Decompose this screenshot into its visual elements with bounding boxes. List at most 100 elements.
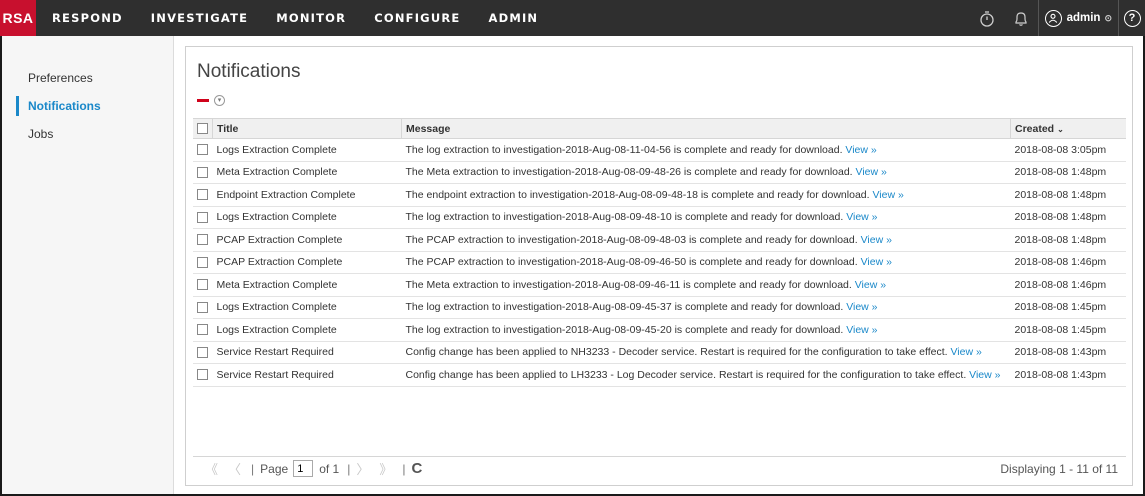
row-checkbox[interactable] <box>197 234 208 246</box>
row-message: Config change has been applied to LH3233… <box>405 368 967 381</box>
first-page-icon[interactable]: 《 <box>205 459 218 478</box>
row-message-cell: The Meta extraction to investigation-201… <box>401 273 1011 297</box>
row-checkbox[interactable] <box>197 301 208 313</box>
refresh-icon[interactable]: C <box>411 460 422 477</box>
table-row[interactable]: Meta Extraction Complete The Meta extract… <box>193 161 1126 184</box>
row-select-cell <box>193 273 213 297</box>
nav-investigate[interactable]: INVESTIGATE <box>137 0 262 36</box>
table-row[interactable]: Service Restart Required Config change ha… <box>193 341 1126 364</box>
table-row[interactable]: Meta Extraction Complete The Meta extract… <box>193 273 1126 297</box>
table-row[interactable]: Logs Extraction Complete The log extracti… <box>193 296 1126 319</box>
rsa-logo[interactable]: RSA <box>0 0 36 36</box>
row-message-cell: Config change has been applied to LH3233… <box>401 363 1011 387</box>
help-button[interactable]: ? <box>1119 0 1145 36</box>
row-select-cell <box>193 251 213 274</box>
table-row[interactable]: Logs Extraction Complete The log extracti… <box>193 138 1126 162</box>
row-checkbox[interactable] <box>197 369 208 381</box>
column-header-title[interactable]: Title <box>212 118 402 139</box>
row-message: The log extraction to investigation-2018… <box>405 323 844 336</box>
row-title: PCAP Extraction Complete <box>212 228 402 252</box>
row-checkbox[interactable] <box>197 346 208 358</box>
row-title: Service Restart Required <box>212 341 402 364</box>
view-link[interactable]: View » <box>861 256 892 268</box>
row-checkbox[interactable] <box>197 166 208 178</box>
row-message-cell: Config change has been applied to NH3233… <box>401 341 1011 364</box>
sidebar-item-notifications[interactable]: Notifications <box>2 92 173 120</box>
next-page-icon[interactable]: 〉 <box>356 459 369 478</box>
table-row[interactable]: Endpoint Extraction Complete The endpoint… <box>193 183 1126 207</box>
row-message: Config change has been applied to NH3233… <box>405 346 948 359</box>
pagination-bar: 《 〈 | Page of 1 | 〉 》 | C Displaying 1 -… <box>193 456 1126 480</box>
sidebar: Preferences Notifications Jobs <box>2 36 174 494</box>
bell-icon[interactable] <box>1004 0 1038 36</box>
row-created: 2018-08-08 1:48pm <box>1010 183 1126 207</box>
remove-icon[interactable] <box>197 98 209 102</box>
view-link[interactable]: View » <box>846 301 877 313</box>
view-link[interactable]: View » <box>969 369 1000 381</box>
row-checkbox[interactable] <box>197 279 208 291</box>
column-header-message[interactable]: Message <box>401 118 1011 139</box>
main-nav: RESPOND INVESTIGATE MONITOR CONFIGURE AD… <box>36 0 552 36</box>
row-checkbox[interactable] <box>197 144 208 156</box>
row-created: 2018-08-08 1:45pm <box>1010 296 1126 319</box>
row-message: The log extraction to investigation-2018… <box>405 211 844 224</box>
sidebar-item-preferences[interactable]: Preferences <box>2 64 173 92</box>
row-select-cell <box>193 161 213 184</box>
row-title: Meta Extraction Complete <box>212 161 402 184</box>
page-count-label: of 1 <box>319 461 340 476</box>
row-created: 2018-08-08 1:48pm <box>1010 228 1126 252</box>
sidebar-item-jobs[interactable]: Jobs <box>2 120 173 148</box>
view-link[interactable]: View » <box>846 324 877 336</box>
prev-page-icon[interactable]: 〈 <box>228 459 241 478</box>
displaying-count: Displaying 1 - 11 of 11 <box>1000 462 1118 476</box>
help-icon: ? <box>1123 9 1141 27</box>
view-link[interactable]: View » <box>845 144 876 156</box>
view-link[interactable]: View » <box>856 166 887 178</box>
chevron-down-icon[interactable]: ▾ <box>214 94 225 106</box>
grid-toolbar: ▾ <box>197 91 225 109</box>
user-menu[interactable]: admin ⊙ <box>1037 0 1119 36</box>
row-message: The log extraction to investigation-2018… <box>405 301 844 314</box>
nav-respond[interactable]: RESPOND <box>36 0 137 36</box>
row-message-cell: The endpoint extraction to investigation… <box>401 183 1011 207</box>
row-message: The Meta extraction to investigation-201… <box>405 166 853 179</box>
sort-desc-icon: ⌄ <box>1057 124 1064 134</box>
row-title: Logs Extraction Complete <box>212 318 402 342</box>
select-all-checkbox[interactable] <box>197 123 208 135</box>
table-row[interactable]: Logs Extraction Complete The log extracti… <box>193 318 1126 342</box>
row-checkbox[interactable] <box>197 211 208 223</box>
row-checkbox[interactable] <box>197 256 208 268</box>
view-link[interactable]: View » <box>872 189 903 201</box>
user-name: admin <box>1066 12 1101 24</box>
row-created: 2018-08-08 1:45pm <box>1010 318 1126 342</box>
row-message-cell: The Meta extraction to investigation-201… <box>401 161 1011 184</box>
pager-divider: | <box>402 461 406 476</box>
table-row[interactable]: Service Restart Required Config change ha… <box>193 363 1126 387</box>
nav-monitor[interactable]: MONITOR <box>262 0 360 36</box>
row-title: Logs Extraction Complete <box>212 138 402 162</box>
row-message: The log extraction to investigation-2018… <box>405 143 843 156</box>
row-created: 2018-08-08 3:05pm <box>1010 138 1126 162</box>
row-created: 2018-08-08 1:48pm <box>1010 161 1126 184</box>
view-link[interactable]: View » <box>861 234 892 246</box>
nav-admin[interactable]: ADMIN <box>474 0 552 36</box>
table-row[interactable]: PCAP Extraction Complete The PCAP extract… <box>193 251 1126 274</box>
table-row[interactable]: Logs Extraction Complete The log extracti… <box>193 206 1126 229</box>
row-select-cell <box>193 296 213 319</box>
row-checkbox[interactable] <box>197 189 208 201</box>
row-message: The Meta extraction to investigation-201… <box>405 278 852 291</box>
page-number-input[interactable] <box>293 460 314 477</box>
table-row[interactable]: PCAP Extraction Complete The PCAP extract… <box>193 228 1126 252</box>
user-icon <box>1044 9 1062 27</box>
row-checkbox[interactable] <box>197 324 208 336</box>
stopwatch-icon[interactable] <box>970 0 1004 36</box>
view-link[interactable]: View » <box>855 279 886 291</box>
column-header-created[interactable]: Created ⌄ <box>1010 118 1126 139</box>
row-select-cell <box>193 341 213 364</box>
last-page-icon[interactable]: 》 <box>379 459 392 478</box>
nav-configure[interactable]: CONFIGURE <box>360 0 474 36</box>
view-link[interactable]: View » <box>950 346 981 358</box>
view-link[interactable]: View » <box>846 211 877 223</box>
top-right-controls: admin ⊙ ? <box>970 0 1145 36</box>
row-message: The PCAP extraction to investigation-201… <box>405 233 858 246</box>
